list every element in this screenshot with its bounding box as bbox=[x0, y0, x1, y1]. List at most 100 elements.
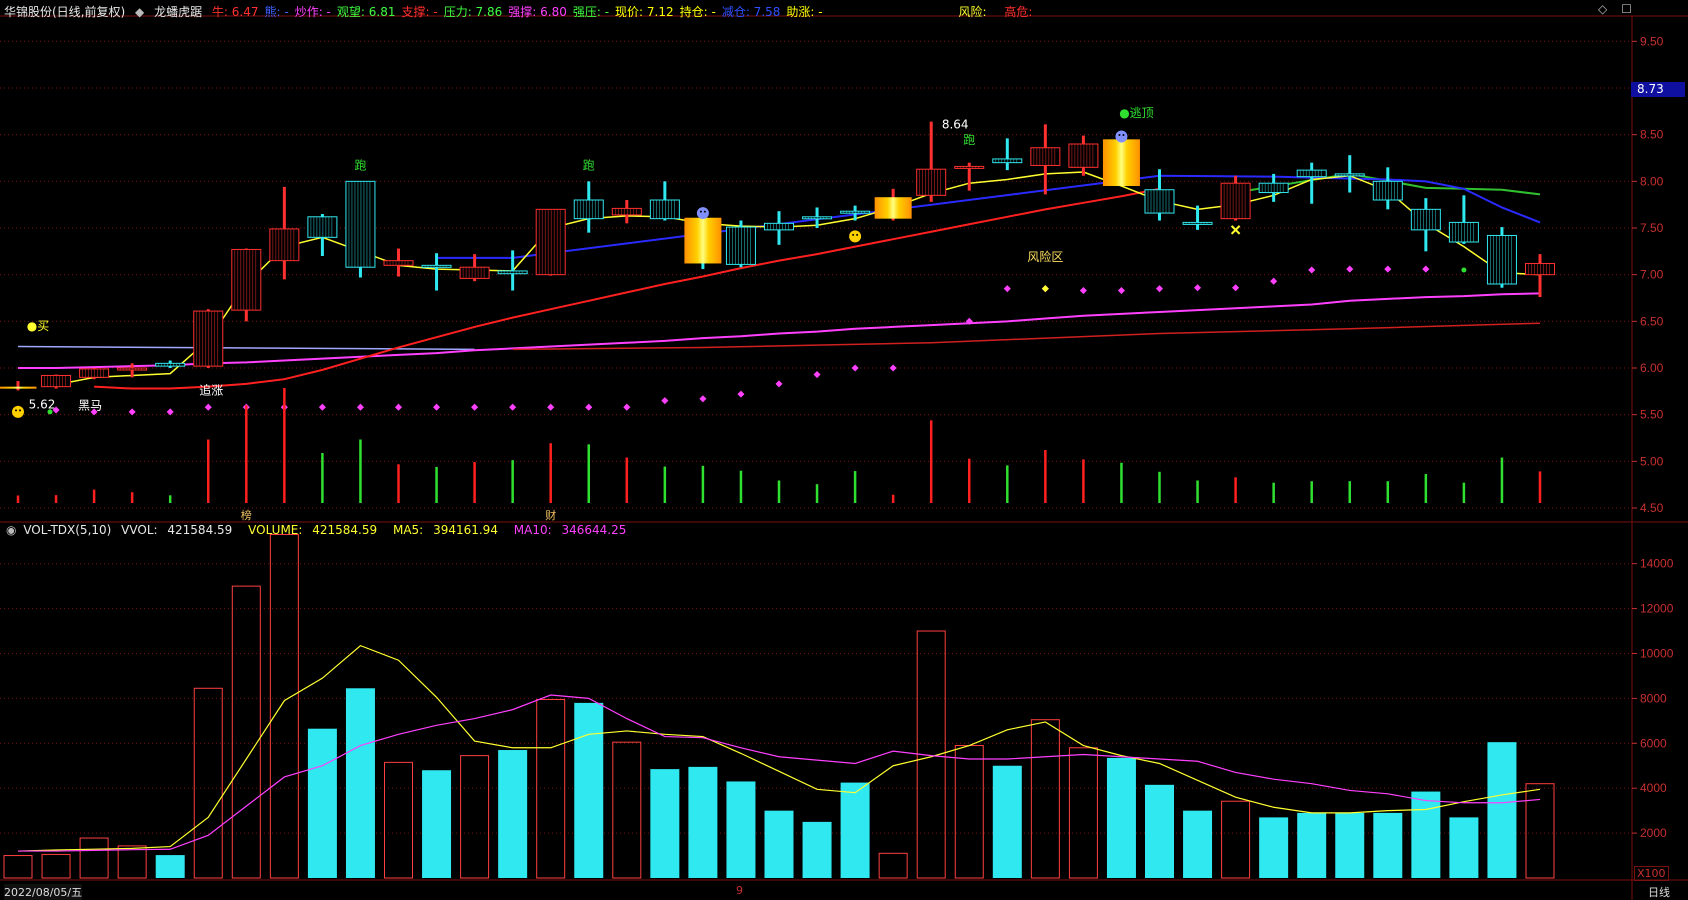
volume-bar bbox=[1449, 817, 1479, 878]
candle-body bbox=[1068, 143, 1099, 168]
indicator-field-7: 强压: - bbox=[572, 5, 610, 19]
price-tick-label: 4.50 bbox=[1640, 501, 1664, 515]
volume-bar bbox=[688, 766, 718, 878]
candle-body bbox=[421, 264, 452, 268]
volume-label: VOLUME: bbox=[248, 523, 303, 537]
candle-body bbox=[269, 228, 300, 262]
event-marker-icon: 榜 bbox=[241, 508, 252, 522]
sad-face-icon-circle bbox=[696, 207, 709, 220]
candle-body bbox=[1296, 169, 1327, 178]
vol-indicator-name[interactable]: VOL-TDX(5,10) bbox=[23, 523, 111, 537]
volume-tick-label: 2000 bbox=[1640, 826, 1667, 840]
price-tick-label: 6.00 bbox=[1640, 361, 1664, 375]
vvol-label: VVOL: bbox=[121, 523, 158, 537]
risk-label: 风险: bbox=[958, 5, 987, 19]
candle-body bbox=[1182, 221, 1213, 225]
indicator-field-10: 减仓: 7.58 bbox=[721, 5, 781, 19]
volume-bar bbox=[1145, 784, 1174, 878]
green-dot bbox=[1461, 267, 1467, 273]
candle-body bbox=[383, 260, 414, 266]
collapse-icon[interactable]: ◉ bbox=[6, 523, 16, 537]
x100-label: X100 bbox=[1634, 866, 1669, 881]
price-tick-label: 7.50 bbox=[1640, 221, 1664, 235]
candle-body bbox=[916, 168, 947, 196]
chart-annotation-6: ●买 bbox=[27, 319, 49, 333]
candle-glow-body bbox=[1102, 139, 1140, 186]
smiley-icon-eye bbox=[15, 409, 17, 412]
candle-body bbox=[725, 226, 756, 265]
chart-annotation-7: 5.62 bbox=[29, 397, 56, 411]
chart-annotation-5: 风险区 bbox=[1027, 249, 1063, 264]
volume-bar bbox=[422, 770, 452, 878]
indicator-field-3: 观望: 6.81 bbox=[336, 5, 396, 19]
price-tick-label: 5.00 bbox=[1640, 454, 1664, 468]
candle-body bbox=[459, 266, 490, 279]
indicator-field-4: 支撑: - bbox=[401, 5, 438, 19]
candle-body bbox=[535, 208, 566, 276]
volume-tick-label: 14000 bbox=[1640, 557, 1674, 571]
smiley-icon-eye bbox=[852, 233, 855, 236]
price-badge-value: 8.73 bbox=[1637, 82, 1664, 96]
chart-annotation-0: 跑 bbox=[354, 158, 366, 172]
month-mark: 9 bbox=[736, 884, 743, 897]
candle-body bbox=[1448, 221, 1479, 243]
price-tick-label: 6.50 bbox=[1640, 314, 1664, 328]
period-label[interactable]: 日线 bbox=[1648, 884, 1670, 900]
chart-annotation-4: ●逃顶 bbox=[1119, 106, 1153, 120]
volume-bar bbox=[307, 728, 337, 878]
volume-bar bbox=[155, 855, 185, 878]
event-marker-icon: 财 bbox=[545, 508, 556, 522]
ma10-label: MA10: bbox=[513, 523, 552, 537]
candle-body bbox=[992, 158, 1023, 164]
candle-body bbox=[1372, 180, 1403, 201]
volume-bar bbox=[650, 769, 680, 878]
restore-window-icon[interactable]: ☐ bbox=[1621, 2, 1632, 16]
candle-body bbox=[231, 248, 262, 311]
price-tick-label: 5.50 bbox=[1640, 408, 1664, 422]
volume-bar bbox=[1411, 791, 1441, 878]
diamond-icon[interactable]: ◇ bbox=[1598, 2, 1607, 16]
indicator-field-9: 持仓: - bbox=[679, 5, 716, 19]
candle-body bbox=[840, 210, 871, 214]
candle-body bbox=[1410, 208, 1441, 231]
candle-body bbox=[1525, 262, 1555, 276]
price-tick-label: 7.00 bbox=[1640, 268, 1664, 282]
candle-glow-body bbox=[684, 217, 722, 264]
stock-chart-canvas[interactable]: 4.505.005.506.006.507.007.508.008.509.00… bbox=[0, 0, 1688, 900]
volume-bar bbox=[840, 782, 870, 878]
sad-face-icon bbox=[696, 207, 709, 220]
ma5-label: MA5: bbox=[392, 523, 424, 537]
candle-body bbox=[1334, 173, 1365, 177]
main-chart-header: 华锦股份(日线,前复权) ◆ 龙蟠虎踞 牛: 6.47 熊: - 炒作: - 观望: … bbox=[4, 3, 1046, 19]
volume-bar bbox=[1335, 812, 1365, 878]
indicator-name[interactable]: 龙蟠虎踞 bbox=[154, 5, 202, 19]
indicator-field-2: 炒作: - bbox=[294, 5, 331, 19]
volume-bar bbox=[726, 781, 756, 878]
indicator-field-11: 助涨: - bbox=[786, 5, 823, 19]
stock-title[interactable]: 华锦股份(日线,前复权) bbox=[4, 5, 125, 19]
chart-annotation-3: 跑 bbox=[963, 133, 975, 147]
price-tick-label: 8.50 bbox=[1640, 128, 1664, 142]
candle-glow-body bbox=[874, 197, 912, 219]
volume-bar bbox=[764, 810, 794, 878]
volume-bar bbox=[1373, 812, 1403, 878]
smiley-icon-eye bbox=[856, 233, 859, 236]
chart-annotation-2: 8.64 bbox=[942, 118, 969, 132]
sad-face-icon-circle bbox=[1115, 130, 1128, 143]
volume-bar bbox=[498, 750, 528, 878]
sad-face-icon-eye bbox=[1122, 134, 1125, 137]
candle-body bbox=[1258, 182, 1289, 194]
volume-value: 421584.59 bbox=[312, 523, 378, 537]
candle-body bbox=[802, 216, 833, 220]
window-controls: ◇ ☐ bbox=[1598, 2, 1632, 16]
vvol-value: 421584.59 bbox=[167, 523, 233, 537]
smiley-icon bbox=[12, 405, 24, 418]
volume-bar bbox=[345, 688, 375, 878]
candle-body bbox=[155, 362, 186, 367]
date-label: 2022/08/05/五 bbox=[4, 884, 83, 900]
chart-annotation-1: 跑 bbox=[583, 158, 595, 172]
volume-tick-label: 4000 bbox=[1640, 781, 1667, 795]
indicator-dropdown-icon[interactable]: ◆ bbox=[135, 5, 144, 19]
sad-face-icon-eye bbox=[1118, 134, 1121, 137]
smiley-icon-circle bbox=[849, 230, 862, 243]
